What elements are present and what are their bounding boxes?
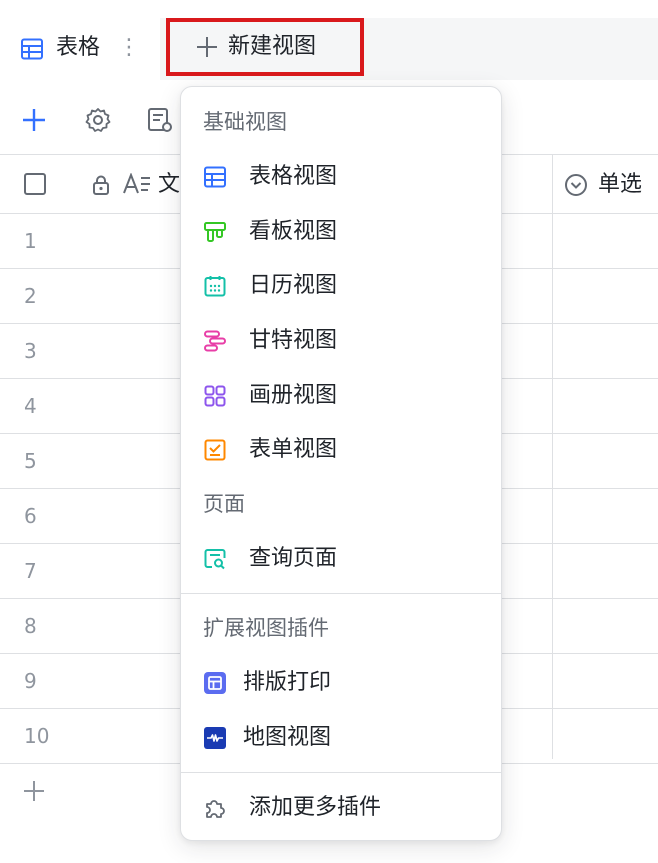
menu-item-kanban-view[interactable]: 看板视图 (181, 206, 501, 258)
menu-divider (181, 772, 501, 773)
menu-item-form-view[interactable]: 表单视图 (181, 424, 501, 476)
form-icon (204, 439, 226, 461)
text-field-icon (123, 173, 150, 194)
menu-item-table-view[interactable]: 表格视图 (181, 151, 501, 203)
calendar-icon (204, 276, 226, 297)
single-select-column-label[interactable]: 单选 (598, 169, 642, 201)
gear-icon[interactable] (84, 106, 112, 134)
gallery-icon (204, 385, 226, 407)
table-icon (204, 166, 226, 188)
menu-item-label: 添加更多插件 (249, 795, 382, 820)
menu-item-label: 画册视图 (249, 383, 338, 408)
menu-item-map-view[interactable]: 地图视图 (181, 712, 501, 764)
table-icon (21, 38, 43, 60)
query-page-icon (204, 549, 226, 570)
row-number: 4 (24, 394, 37, 418)
print-layout-icon (204, 672, 226, 694)
view-tab-table[interactable]: 表格 ⋮ (0, 18, 160, 80)
menu-item-label: 表单视图 (249, 437, 338, 462)
add-row-icon[interactable] (22, 779, 46, 803)
lock-icon (93, 175, 109, 195)
view-tab-more-icon[interactable]: ⋮ (118, 32, 140, 64)
row-number: 6 (24, 504, 37, 528)
menu-item-label: 表格视图 (249, 164, 338, 189)
menu-item-query-page[interactable]: 查询页面 (181, 533, 501, 585)
plus-icon (197, 37, 217, 57)
menu-item-label: 日历视图 (249, 273, 338, 298)
row-number: 3 (24, 339, 37, 363)
new-view-label: 新建视图 (228, 34, 317, 59)
row-number: 8 (24, 614, 37, 638)
section-extension-plugins: 扩展视图插件 (203, 616, 329, 640)
new-view-menu: 基础视图 表格视图 看板视图 日历视图 甘特视图 画册视图 表单视图 页面 查询… (180, 86, 502, 841)
view-tab-label: 表格 (56, 35, 101, 60)
section-basic-views: 基础视图 (203, 110, 287, 134)
puzzle-icon (206, 800, 225, 818)
row-number: 7 (24, 559, 37, 583)
menu-item-add-more-plugins[interactable]: 添加更多插件 (181, 782, 501, 834)
select-all-checkbox[interactable] (24, 173, 46, 195)
row-number: 5 (24, 449, 37, 473)
view-bar: 表格 ⋮ 新建视图 (0, 18, 658, 80)
menu-item-label: 地图视图 (243, 725, 332, 750)
field-settings-icon[interactable] (146, 106, 174, 134)
menu-item-gantt-view[interactable]: 甘特视图 (181, 315, 501, 367)
row-number: 2 (24, 284, 37, 308)
menu-item-gallery-view[interactable]: 画册视图 (181, 370, 501, 422)
row-number: 9 (24, 669, 37, 693)
map-icon (204, 727, 226, 749)
kanban-icon (204, 222, 226, 242)
single-select-icon (565, 174, 587, 196)
app-root: 表格 ⋮ 新建视图 文 单选 1 2 3 4 5 6 7 8 9 10 基础视图… (0, 0, 658, 863)
text-column-label[interactable]: 文 (158, 169, 180, 201)
menu-item-label: 排版打印 (243, 670, 332, 695)
section-pages: 页面 (203, 492, 245, 516)
gantt-icon (204, 330, 226, 352)
menu-item-label: 甘特视图 (249, 328, 338, 353)
menu-item-print-layout[interactable]: 排版打印 (181, 657, 501, 709)
row-number: 1 (24, 229, 37, 253)
row-number: 10 (24, 724, 50, 748)
new-view-button[interactable]: 新建视图 (166, 18, 364, 76)
menu-item-calendar-view[interactable]: 日历视图 (181, 260, 501, 312)
menu-divider (181, 593, 501, 594)
menu-item-label: 查询页面 (249, 546, 338, 571)
menu-item-label: 看板视图 (249, 219, 338, 244)
add-record-icon[interactable] (20, 106, 48, 134)
